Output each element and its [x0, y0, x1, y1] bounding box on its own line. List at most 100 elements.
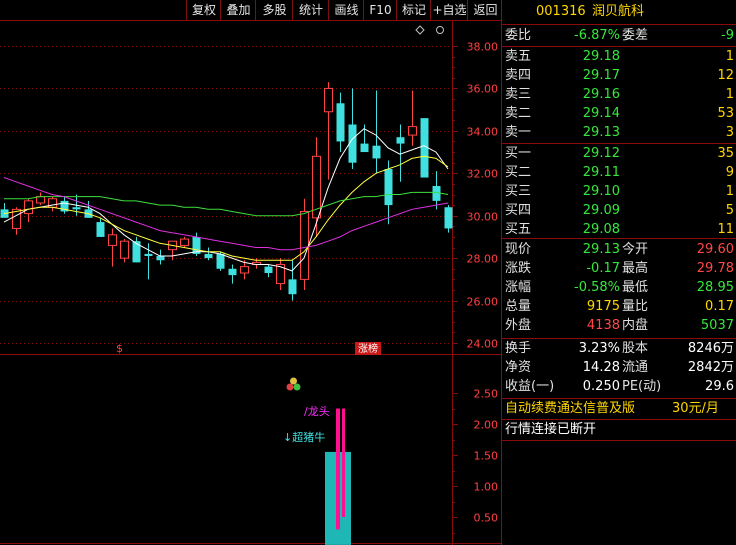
fund-row-label: 换手: [505, 341, 532, 356]
longtou-label: /龙头: [304, 405, 330, 418]
weibi-value: -6.87%: [574, 28, 620, 43]
buy-volume: 9: [725, 165, 734, 180]
quote-row: 涨跌 -0.17 最高 29.78: [502, 258, 736, 279]
diamond-icon[interactable]: [415, 25, 425, 35]
candle-body-down: [336, 103, 345, 142]
indicator-tick-label: 1.00: [474, 481, 499, 494]
toolbar-button-3[interactable]: 统计: [292, 0, 329, 20]
ball-icon: [293, 383, 301, 391]
quote-row: 总量 9175 量比 0.17: [502, 296, 736, 317]
price-tick-label: 24.00: [467, 338, 499, 351]
ball-icon: [286, 383, 294, 391]
toolbar-button-7[interactable]: +自选: [430, 0, 468, 20]
price-tick-label: 36.00: [467, 83, 499, 96]
candle-body-up: [180, 238, 189, 246]
candle-body-up: [108, 234, 117, 246]
toolbar-button-6[interactable]: 标记: [396, 0, 431, 20]
candle-body-down: [396, 137, 405, 144]
fund-row-label2: PE(动): [622, 379, 662, 394]
price-tick-label: 34.00: [467, 126, 499, 139]
candle-body-down: [264, 266, 273, 273]
candle-body-up: [240, 266, 249, 274]
sell-label: 卖五: [505, 49, 532, 64]
ad-text[interactable]: 自动续费通达信普及版: [505, 398, 635, 419]
quote-row-label: 现价: [505, 242, 532, 257]
toolbar-button-5[interactable]: F10: [363, 0, 397, 20]
buy-price: 29.11: [582, 165, 620, 180]
sell-volume: 3: [725, 125, 734, 140]
sell-price: 29.18: [582, 49, 620, 64]
candle-body-up: [120, 240, 129, 259]
candle-body-up: [324, 87, 333, 113]
signal-bar-magenta: [342, 408, 345, 517]
toolbar-button-4[interactable]: 画线: [328, 0, 364, 20]
ma-line: [3, 177, 449, 251]
weibi-row: 委比 -6.87% 委差 -9: [502, 25, 736, 46]
candle-body-down: [228, 268, 237, 276]
quote-row-label: 涨幅: [505, 280, 532, 295]
toolbar-button-2[interactable]: 多股: [255, 0, 293, 20]
candle-body-down: [372, 145, 381, 159]
stock-name: 润贝航科: [592, 4, 645, 19]
buy-label: 买四: [505, 203, 532, 218]
buy-row: 买五 29.08 11: [502, 219, 736, 240]
buy-volume: 11: [717, 222, 734, 237]
quote-row-label2: 量比: [622, 299, 649, 314]
toolbar-button-1[interactable]: 叠加: [220, 0, 256, 20]
candle-body-down: [384, 169, 393, 206]
buy-row: 买一 29.12 35: [502, 143, 736, 164]
buy-price: 29.10: [582, 184, 620, 199]
weicha-label: 委差: [622, 28, 649, 43]
fund-row-value: 14.28: [582, 360, 620, 375]
sell-price: 29.13: [582, 125, 620, 140]
indicator-tick-label: 2.00: [474, 419, 499, 432]
candle-body-down: [144, 253, 153, 257]
fund-row-value2: 29.6: [705, 379, 734, 394]
candle-body-down: [96, 222, 105, 237]
weibi-label: 委比: [505, 28, 532, 43]
fund-row-label2: 股本: [622, 341, 649, 356]
toolbar-button-0[interactable]: 复权: [186, 0, 221, 20]
buy-label: 买一: [505, 146, 532, 161]
buy-row: 买三 29.10 1: [502, 181, 736, 202]
zhangbang-label: 涨榜: [358, 342, 378, 355]
fund-row-label: 收益(一): [505, 379, 555, 394]
sell-label: 卖四: [505, 68, 532, 83]
buy-price: 29.09: [582, 203, 620, 218]
buy-row: 买二 29.11 9: [502, 162, 736, 183]
candle-body-down: [444, 207, 453, 229]
connection-status: 行情连接已断开: [505, 422, 597, 437]
quote-row-value2: 29.78: [696, 261, 734, 276]
sell-price: 29.16: [582, 87, 620, 102]
circle-icon[interactable]: [436, 26, 444, 34]
quote-row-value: 4138: [586, 318, 620, 333]
quote-row-label2: 最低: [622, 280, 649, 295]
quote-row-value: 29.13: [582, 242, 620, 257]
quote-row-label: 涨跌: [505, 261, 532, 276]
candle-body-down: [216, 253, 225, 269]
stock-code: 001316: [536, 4, 586, 19]
fund-row-value2: 8246万: [687, 341, 734, 356]
quote-row-label2: 内盘: [622, 318, 649, 333]
quote-row-label2: 最高: [622, 261, 649, 276]
toolbar-button-8[interactable]: 返回: [467, 0, 503, 20]
candle-body-up: [24, 200, 33, 215]
price-tick-label: 38.00: [467, 41, 499, 54]
quote-row-label2: 今开: [622, 242, 649, 257]
buy-volume: 35: [717, 146, 734, 161]
ad-price[interactable]: 30元/月: [672, 398, 719, 419]
status-row: 行情连接已断开: [502, 419, 736, 440]
quote-row-label: 外盘: [505, 318, 532, 333]
quote-row-value: 9175: [586, 299, 620, 314]
sell-volume: 53: [717, 106, 734, 121]
sell-label: 卖二: [505, 106, 532, 121]
buy-price: 29.12: [582, 146, 620, 161]
buy-label: 买五: [505, 222, 532, 237]
candle-body-up: [36, 196, 45, 204]
ad-row[interactable]: 自动续费通达信普及版 30元/月: [502, 398, 736, 419]
fund-row-label2: 流通: [622, 360, 649, 375]
sell-volume: 1: [725, 49, 734, 64]
weicha-value: -9: [721, 28, 734, 43]
quote-row-value2: 28.95: [696, 280, 734, 295]
sell-row: 卖二 29.14 53: [502, 103, 736, 124]
